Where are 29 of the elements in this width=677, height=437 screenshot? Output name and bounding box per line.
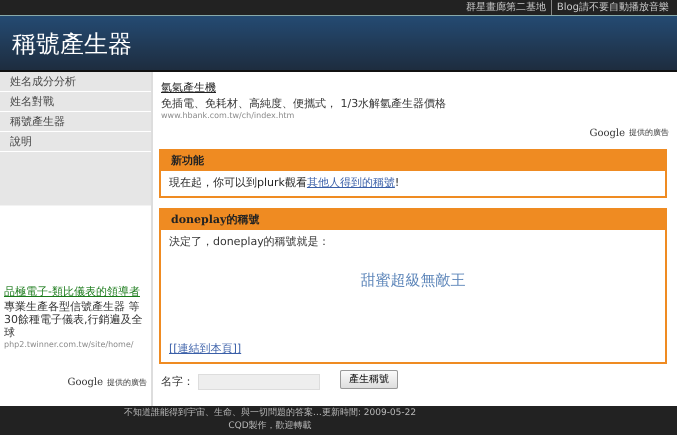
ad-attribution: 提供的廣告 xyxy=(629,127,669,139)
menu-item[interactable]: 稱號產生器 xyxy=(0,112,151,132)
google-logo: Google xyxy=(589,126,625,140)
ad-url: www.hbank.com.tw/ch/index.htm xyxy=(161,110,296,122)
site-title: 稱號產生器 xyxy=(12,30,132,58)
name-field[interactable] xyxy=(198,374,320,390)
others-link[interactable]: 其他人得到的稱號 xyxy=(306,176,395,189)
title-result: 甜蜜超級無敵王 xyxy=(360,270,466,290)
top-link[interactable]: Blog請不要自動播放音樂 xyxy=(550,0,669,15)
name-label: 名字： xyxy=(161,374,194,390)
google-logo: Google xyxy=(67,376,103,390)
ad-attribution: 提供的廣告 xyxy=(107,376,147,388)
ad-text: 專業生產各型信號產生器 等30餘種電子儀表,行銷遍及全球 xyxy=(4,300,144,339)
menu-item[interactable]: 說明 xyxy=(0,132,151,152)
result-intro: 決定了，doneplay的稱號就是： xyxy=(169,234,331,250)
top-link[interactable]: 群星畫廊第二基地 xyxy=(466,0,546,15)
notice-text: 現在起，你可以到plurk觀看其他人得到的稱號! xyxy=(169,175,400,191)
panel-title: 新功能 xyxy=(161,150,665,171)
generate-button[interactable]: 產生稱號 xyxy=(340,370,398,389)
footer-text: CQD製作，歡迎轉載 xyxy=(227,420,313,433)
menu-item[interactable]: 姓名成分分析 xyxy=(0,72,151,92)
menu-item[interactable]: 姓名對戰 xyxy=(0,92,151,112)
permalink[interactable]: [[連結到本頁]] xyxy=(169,342,242,355)
panel-title: doneplay的稱號 xyxy=(161,210,665,230)
ad-link[interactable]: 品極電子-類比儀表的領導者 xyxy=(4,284,154,300)
ad-link[interactable]: 氫氣產生機 xyxy=(161,80,677,96)
ad-text: 免插電、免耗材、高純度、便攜式， 1/3水解氫產生器價格 xyxy=(161,96,448,110)
ad-url: php2.twinner.com.tw/site/home/ xyxy=(4,339,134,351)
footer-text: 不知道誰能得到宇宙、生命、與一切問題的答案…更新時間: 2009-05-22 xyxy=(122,407,418,420)
